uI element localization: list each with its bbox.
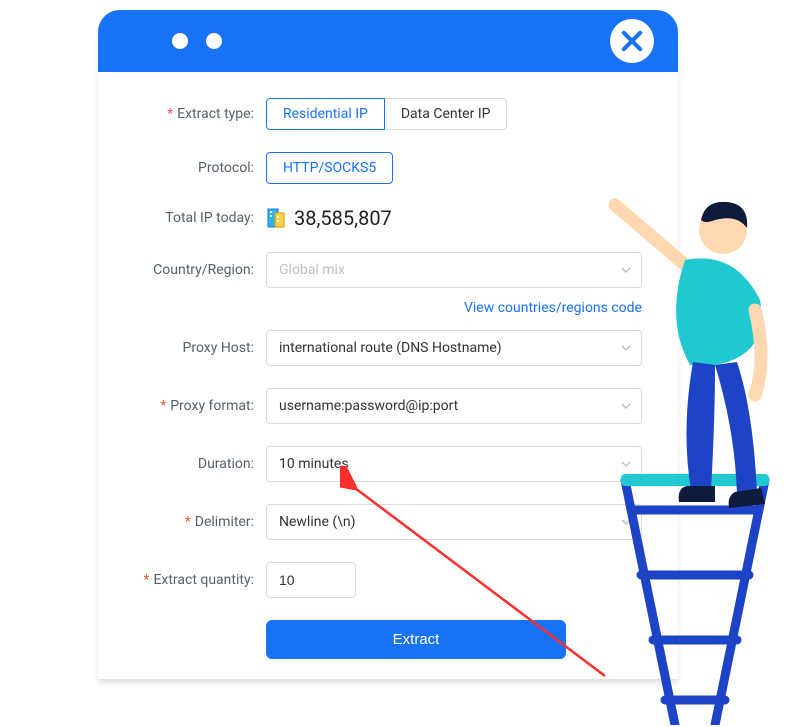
protocol-label: Protocol: bbox=[98, 160, 258, 176]
extract-quantity-input[interactable] bbox=[266, 562, 356, 598]
close-button[interactable] bbox=[610, 19, 654, 63]
proxy-host-label: Proxy Host: bbox=[98, 340, 258, 356]
extract-quantity-label: Extract quantity: bbox=[98, 572, 258, 588]
proxy-host-select[interactable]: international route (DNS Hostname) bbox=[266, 330, 642, 366]
total-ip-count: 38,585,807 bbox=[294, 206, 392, 230]
form: Extract type: Residential IP Data Center… bbox=[98, 72, 678, 679]
total-ip-value: 38,585,807 bbox=[258, 206, 642, 230]
extract-type-label: Extract type: bbox=[98, 106, 258, 122]
titlebar bbox=[98, 10, 678, 72]
extract-type-datacenter[interactable]: Data Center IP bbox=[384, 98, 508, 130]
country-codes-link[interactable]: View countries/regions code bbox=[464, 300, 642, 316]
extract-button[interactable]: Extract bbox=[266, 620, 566, 659]
country-select[interactable]: Global mix bbox=[266, 252, 642, 288]
window-dots bbox=[172, 33, 222, 49]
extract-type-residential[interactable]: Residential IP bbox=[266, 98, 385, 130]
dot-icon bbox=[206, 33, 222, 49]
proxy-format-select[interactable]: username:password@ip:port bbox=[266, 388, 642, 424]
protocol-option[interactable]: HTTP/SOCKS5 bbox=[266, 152, 393, 184]
delimiter-select[interactable]: Newline (\n) bbox=[266, 504, 642, 540]
dot-icon bbox=[172, 33, 188, 49]
close-icon bbox=[618, 27, 646, 55]
total-ip-label: Total IP today: bbox=[98, 210, 258, 226]
proxy-format-label: Proxy format: bbox=[98, 398, 258, 414]
dialog-window: Extract type: Residential IP Data Center… bbox=[98, 10, 678, 679]
server-icon bbox=[266, 207, 286, 229]
country-label: Country/Region: bbox=[98, 262, 258, 278]
duration-label: Duration: bbox=[98, 456, 258, 472]
delimiter-label: Delimiter: bbox=[98, 514, 258, 530]
duration-select[interactable]: 10 minutes bbox=[266, 446, 642, 482]
